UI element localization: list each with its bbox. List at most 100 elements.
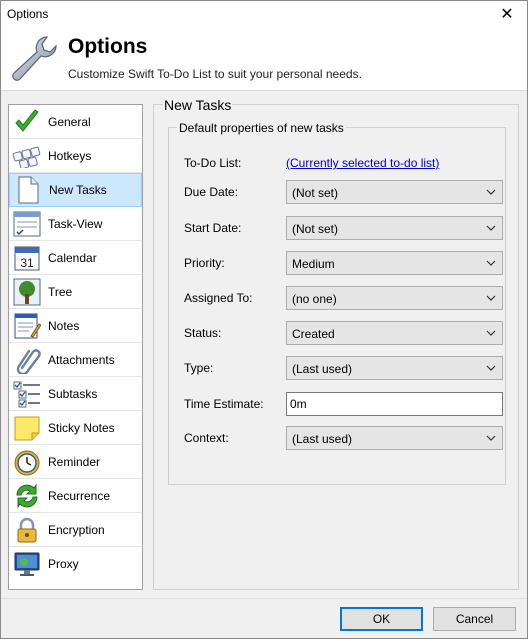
time-estimate-field[interactable] (286, 392, 503, 416)
options-header: Options Customize Swift To-Do List to su… (1, 27, 527, 91)
due-date-value: (Not set) (292, 186, 339, 200)
start-date-label: Start Date: (184, 221, 242, 235)
sidebar-item-recurrence[interactable]: Recurrence (9, 479, 142, 513)
sidebar-item-label: New Tasks (49, 183, 107, 197)
sidebar-item-label: Notes (48, 318, 80, 333)
assigned-to-value: (no one) (292, 292, 337, 306)
blank-page-icon (13, 175, 43, 205)
sidebar-item-new-tasks[interactable]: New Tasks (9, 173, 142, 207)
sidebar-item-label: Sticky Notes (48, 420, 115, 435)
close-icon[interactable]: ✕ (487, 1, 527, 27)
sidebar-item-label: Task-View (48, 216, 103, 231)
sidebar-item-label: Proxy (48, 557, 79, 571)
status-dropdown[interactable]: Created (286, 321, 503, 345)
time-estimate-row: Time Estimate: (184, 392, 504, 416)
sidebar-item-label: Encryption (48, 522, 105, 537)
time-estimate-input[interactable] (287, 393, 502, 415)
monitor-icon (12, 549, 42, 579)
priority-row: Priority: Medium (184, 251, 504, 275)
page-subtitle: Customize Swift To-Do List to suit your … (68, 67, 362, 81)
calendar-icon-glyph: 31 (20, 256, 34, 270)
paperclip-icon (12, 345, 42, 375)
title-bar[interactable]: Options ✕ (1, 1, 527, 27)
chevron-down-icon (486, 330, 496, 336)
start-date-dropdown[interactable]: (Not set) (286, 216, 503, 240)
due-date-label: Due Date: (184, 185, 239, 199)
sidebar-item-label: Recurrence (48, 488, 111, 503)
assigned-to-dropdown[interactable]: (no one) (286, 286, 503, 310)
panel-title: New Tasks (163, 97, 233, 113)
sidebar-item-general[interactable]: General (9, 105, 142, 139)
status-row: Status: Created (184, 321, 504, 345)
chevron-down-icon (486, 189, 496, 195)
due-date-dropdown[interactable]: (Not set) (286, 180, 503, 204)
sidebar-item-subtasks[interactable]: Subtasks (9, 377, 142, 411)
context-dropdown[interactable]: (Last used) (286, 426, 503, 450)
sidebar-item-tree[interactable]: Tree (9, 275, 142, 309)
context-label: Context: (184, 431, 229, 445)
cancel-button[interactable]: Cancel (433, 607, 516, 631)
subtasks-icon (12, 379, 42, 409)
sidebar-item-label: Calendar (48, 250, 97, 265)
sidebar-item-attachments[interactable]: Attachments (9, 343, 142, 377)
due-date-row: Due Date: (Not set) (184, 180, 504, 204)
tree-icon (12, 277, 42, 307)
ok-button[interactable]: OK (340, 607, 423, 631)
notes-icon (12, 311, 42, 341)
context-value: (Last used) (292, 432, 353, 446)
sidebar-item-label: Reminder (48, 454, 101, 469)
sidebar-item-reminder[interactable]: Reminder (9, 445, 142, 479)
chevron-down-icon (486, 295, 496, 301)
padlock-icon (12, 515, 42, 545)
chevron-down-icon (486, 260, 496, 266)
sidebar-item-notes[interactable]: Notes (9, 309, 142, 343)
time-estimate-label: Time Estimate: (184, 397, 264, 411)
sidebar-item-label: Attachments (48, 352, 115, 367)
sidebar-item-label: Tree (48, 284, 73, 299)
type-row: Type: (Last used) (184, 356, 504, 380)
todo-list-label: To-Do List: (184, 156, 242, 170)
sidebar-item-proxy[interactable]: Proxy (9, 547, 142, 581)
chevron-down-icon (486, 365, 496, 371)
sidebar-item-task-view[interactable]: Task-View (9, 207, 142, 241)
priority-value: Medium (292, 257, 335, 271)
page-title: Options (68, 35, 148, 58)
priority-label: Priority: (184, 256, 225, 270)
keyboard-icon (12, 141, 42, 171)
assigned-to-row: Assigned To: (no one) (184, 286, 504, 310)
type-value: (Last used) (292, 362, 353, 376)
assigned-to-label: Assigned To: (184, 291, 253, 305)
recurrence-icon (12, 481, 42, 511)
sidebar-item-hotkeys[interactable]: Hotkeys (9, 139, 142, 173)
options-category-list[interactable]: General Hotkeys New Tasks Task-View 31 C… (8, 104, 143, 590)
status-label: Status: (184, 326, 222, 340)
sidebar-item-sticky-notes[interactable]: Sticky Notes (9, 411, 142, 445)
new-tasks-panel: New Tasks Default properties of new task… (153, 97, 519, 590)
calendar-icon: 31 (12, 243, 42, 273)
options-window: Options ✕ Options Customize Swift To-Do … (0, 0, 528, 639)
todo-list-link[interactable]: (Currently selected to-do list) (286, 156, 439, 170)
type-dropdown[interactable]: (Last used) (286, 356, 503, 380)
default-properties-group: Default properties of new tasks To-Do Li… (168, 121, 506, 485)
sidebar-item-label: Hotkeys (48, 148, 92, 163)
priority-dropdown[interactable]: Medium (286, 251, 503, 275)
status-value: Created (292, 327, 335, 341)
sticky-note-icon (12, 413, 42, 443)
context-row: Context: (Last used) (184, 426, 504, 450)
sidebar-item-label: General (48, 114, 91, 129)
sidebar-item-calendar[interactable]: 31 Calendar (9, 241, 142, 275)
start-date-value: (Not set) (292, 222, 339, 236)
wrench-icon (12, 36, 57, 81)
alarm-clock-icon (12, 447, 42, 477)
sidebar-item-encryption[interactable]: Encryption (9, 513, 142, 547)
dialog-button-bar: OK Cancel (1, 598, 527, 638)
checkmark-icon (12, 107, 42, 137)
todo-list-row: To-Do List: (Currently selected to-do li… (184, 151, 504, 175)
chevron-down-icon (486, 435, 496, 441)
start-date-row: Start Date: (Not set) (184, 216, 504, 240)
group-title: Default properties of new tasks (177, 121, 346, 135)
sidebar-item-label: Subtasks (48, 386, 98, 401)
task-view-icon (12, 209, 42, 239)
type-label: Type: (184, 361, 214, 375)
window-title: Options (7, 7, 49, 21)
